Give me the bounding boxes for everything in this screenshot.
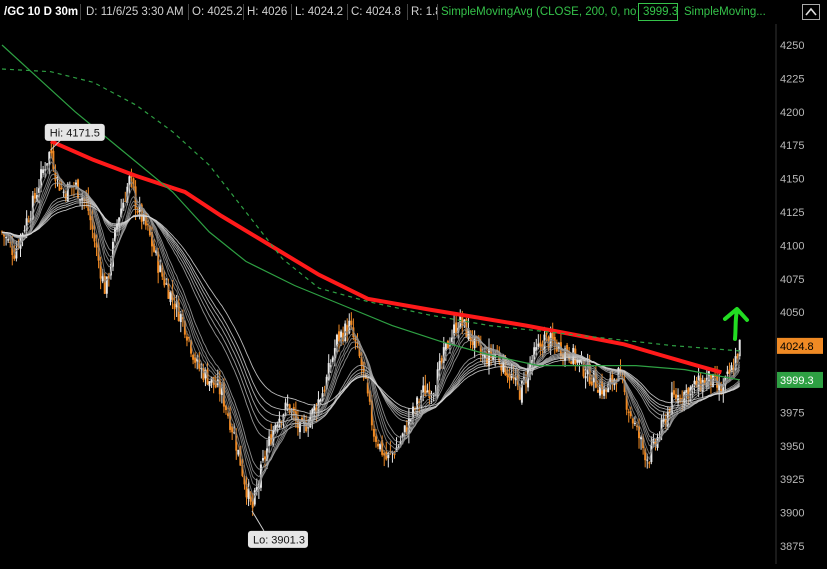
- candle-body: [33, 192, 36, 199]
- candle-body: [60, 187, 63, 189]
- candle-body: [208, 381, 211, 387]
- candle-body: [422, 385, 425, 393]
- candle-body: [596, 389, 599, 393]
- candle-body: [7, 239, 10, 241]
- candle-body: [646, 459, 649, 461]
- sma-study-label-2[interactable]: SimpleMoving...: [680, 3, 775, 21]
- y-tick-label: 4250: [780, 40, 804, 52]
- candle-body: [173, 303, 176, 310]
- chart-canvas[interactable]: 4250422542004175415041254100407540504025…: [0, 24, 827, 564]
- candle-body: [350, 320, 353, 325]
- candle-body: [286, 404, 289, 406]
- candle-body: [627, 411, 630, 413]
- date-readout: D: 11/6/25 3:30 AM: [86, 6, 184, 18]
- candle-body: [179, 314, 182, 323]
- y-tick-label: 3925: [780, 474, 804, 486]
- low-annotation-label: Lo: 3901.3: [253, 534, 305, 546]
- price-chart[interactable]: 4250422542004175415041254100407540504025…: [0, 24, 827, 564]
- ema-ribbon-line: [1, 169, 741, 486]
- sma-200-red-line: [49, 139, 722, 375]
- candle-body: [648, 462, 651, 464]
- range-readout: R: 1.8: [411, 6, 437, 18]
- candle-body: [446, 340, 449, 349]
- candle-body: [192, 354, 195, 360]
- y-tick-label: 4050: [780, 307, 804, 319]
- y-tick-label: 4225: [780, 73, 804, 85]
- candle-body: [169, 291, 172, 303]
- y-tick-label: 4200: [780, 107, 804, 119]
- candle-body: [329, 365, 332, 367]
- annotation-leader: [251, 510, 265, 532]
- candle-body: [374, 436, 377, 442]
- candle-body: [338, 331, 341, 342]
- low-readout: L: 4024.2: [295, 6, 343, 18]
- last-price-tag-label: 4024.8: [780, 341, 814, 353]
- moving-average-green-line: [1, 44, 740, 381]
- y-tick-label: 4150: [780, 174, 804, 186]
- candle-body: [264, 456, 267, 460]
- ema-ribbon-line: [1, 200, 741, 418]
- y-tick-label: 4175: [780, 140, 804, 152]
- candle-body: [570, 361, 573, 364]
- ema-ribbon-line: [1, 173, 741, 482]
- candle-body: [377, 443, 380, 447]
- candle-body: [403, 425, 406, 433]
- candle-body: [539, 342, 542, 347]
- candle-body: [268, 436, 271, 447]
- candle-body: [545, 332, 548, 335]
- ma-price-tag-label: 3999.3: [780, 375, 814, 387]
- candle-body: [13, 255, 16, 259]
- sma-study-label[interactable]: SimpleMovingAvg (CLOSE, 200, 0, no): [437, 3, 637, 21]
- moving-average-dashed-line: [1, 68, 740, 352]
- separator: [80, 4, 81, 20]
- y-tick-label: 3875: [780, 541, 804, 553]
- candle-body: [584, 376, 587, 379]
- symbol-label[interactable]: /GC 10 D 30m: [0, 3, 80, 21]
- candle-body: [537, 343, 540, 347]
- y-tick-label: 3975: [780, 407, 804, 419]
- candle-body: [307, 427, 310, 429]
- candle-body: [136, 210, 139, 213]
- candle-body: [42, 169, 45, 174]
- collapse-icon[interactable]: [801, 3, 821, 21]
- candle-body: [726, 371, 729, 374]
- y-tick-label: 4100: [780, 240, 804, 252]
- y-tick-label: 3950: [780, 441, 804, 453]
- high-annotation-label: Hi: 4171.5: [50, 127, 100, 139]
- candle-body: [372, 428, 375, 437]
- ema-ribbon-line: [1, 155, 741, 503]
- ema-ribbon-line: [1, 196, 741, 432]
- candle-body: [481, 355, 484, 357]
- candle-body: [631, 418, 634, 424]
- candle-body: [633, 422, 636, 424]
- chart-header: /GC 10 D 30m D: 11/6/25 3:30 AM O: 4025.…: [0, 0, 827, 24]
- candle-body: [590, 381, 593, 386]
- sma-study-value: 3999.3: [638, 3, 678, 21]
- candle-body: [62, 191, 65, 193]
- y-tick-label: 3900: [780, 508, 804, 520]
- candle-body: [27, 220, 30, 222]
- candle-body: [261, 458, 264, 461]
- close-readout: C: 4024.8: [351, 6, 401, 18]
- candle-body: [5, 237, 8, 239]
- open-readout: O: 4025.2: [192, 6, 243, 18]
- up-arrow-icon: [733, 308, 739, 341]
- y-tick-label: 4125: [780, 207, 804, 219]
- candle-body: [185, 336, 188, 341]
- high-readout: H: 4026: [247, 6, 288, 18]
- candle-body: [672, 390, 675, 395]
- y-tick-label: 4075: [780, 274, 804, 286]
- ema-ribbon-line: [1, 161, 741, 496]
